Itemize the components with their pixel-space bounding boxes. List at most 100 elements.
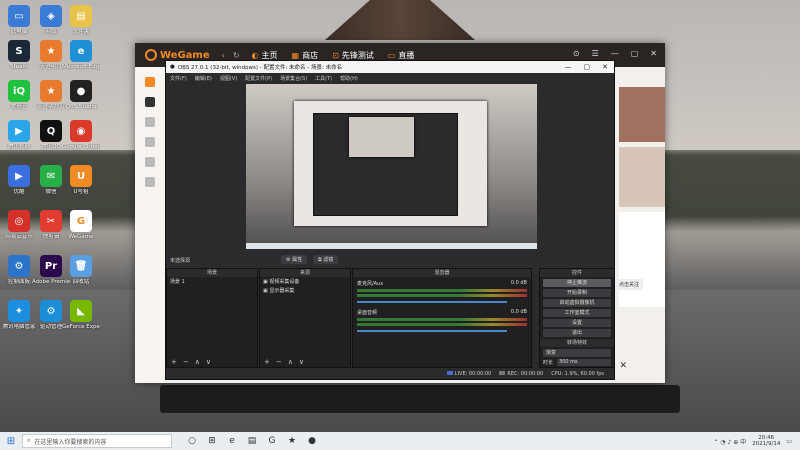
wegame-nav-item[interactable]: ⊡ 先锋测试 [332, 50, 374, 61]
window-control-icon[interactable]: ▢ [631, 49, 639, 58]
taskbar-app-icon[interactable]: ○ [182, 436, 202, 446]
dock-action-icon[interactable]: − [276, 358, 282, 366]
obs-statusbar: LIVE: 00:00:00 REC: 00:00:00 CPU: 1.9%, … [166, 369, 614, 379]
back-arrow-icon[interactable]: ‹ [222, 51, 225, 60]
menu-item[interactable]: 场景集合(S) [280, 75, 307, 82]
sidebar-folder-icon[interactable] [145, 137, 155, 147]
dock-action-icon[interactable]: + [264, 358, 270, 366]
menu-item[interactable]: 视图(V) [220, 75, 237, 82]
scenes-footer: + − ∧ ∨ [167, 357, 257, 367]
app-icon: G [70, 210, 92, 232]
window-control-icon[interactable]: ⊙ [573, 49, 580, 58]
taskbar-app-icon[interactable]: ▤ [242, 436, 262, 446]
source-item[interactable]: ▣ 显示器采集 [260, 286, 350, 295]
sidebar-game-icon[interactable] [145, 117, 155, 127]
tray-icons[interactable]: ⌃ ◔ ♪ ⊕ 中 [713, 437, 746, 446]
scenes-header: 场景 [167, 269, 257, 277]
windows-start-icon[interactable]: ⊞ [0, 436, 22, 447]
control-button[interactable]: 停止推流 [543, 279, 611, 287]
preview-button[interactable]: ⚙ 属性 [281, 255, 308, 264]
obs-menubar: 文件(F) 编辑(E) 视图(V) 配置文件(P) 场景集合(S) 工具(T) 帮助(H) [166, 73, 614, 83]
no-source-label: 未选择源 [170, 257, 191, 264]
wegame-nav: ◐ 主页 ▦ 商店 ⊡ 先锋测试 ▭ 直播 [252, 50, 415, 61]
window-control-icon[interactable]: ☰ [592, 49, 599, 58]
dock-action-icon[interactable]: ∧ [288, 358, 293, 366]
sources-footer: + − ∧ ∨ [260, 357, 350, 367]
source-item[interactable]: ▣ 视频采集设备 [260, 277, 350, 286]
nav-icon: ▭ [387, 50, 396, 60]
duration-label: 时长 [543, 360, 554, 366]
desktop-icon[interactable]: U U号租 [62, 165, 100, 196]
window-control-icon[interactable]: ✕ [650, 49, 657, 58]
nav-label: 主页 [261, 50, 278, 60]
menu-item[interactable]: 配置文件(P) [245, 75, 272, 82]
transition-select[interactable]: 渐变 [543, 349, 611, 357]
control-button[interactable]: 开始录制 [543, 289, 611, 297]
clock-date: 2021/9/14 [752, 441, 781, 447]
sources-dock: 来源 ▣ 视频采集设备 ▣ 显示器采集 + − ∧ ∨ [259, 268, 351, 368]
desktop-icon[interactable]: ◣ GeForce Experience [62, 300, 100, 331]
preview-button[interactable]: ⧉ 滤镜 [313, 255, 339, 264]
wegame-nav-item[interactable]: ◐ 主页 [252, 50, 278, 61]
wegame-logo-text: WeGame [160, 49, 210, 61]
taskbar-app-icon[interactable]: ● [302, 436, 322, 446]
control-button[interactable]: 工作室模式 [543, 309, 611, 317]
control-button[interactable]: 设置 [543, 319, 611, 327]
app-icon: ◣ [70, 300, 92, 322]
menu-item[interactable]: 工具(T) [315, 75, 332, 82]
desktop-icon[interactable]: 🗑 回收站 [62, 255, 100, 286]
dock-action-icon[interactable]: ∧ [195, 358, 200, 366]
window-control-icon[interactable]: — [565, 63, 572, 71]
volume-slider[interactable] [357, 330, 507, 332]
menu-item[interactable]: 编辑(E) [195, 75, 212, 82]
obs-app-icon: ● [170, 64, 175, 70]
wegame-right-panel [615, 87, 665, 377]
menu-item[interactable]: 帮助(H) [340, 75, 358, 82]
track-db: 0.0 dB [510, 309, 527, 315]
window-control-icon[interactable]: ✕ [602, 63, 608, 71]
desktop-icon[interactable]: ▤ 文件夹 [62, 5, 100, 36]
dock-action-icon[interactable]: ∨ [299, 358, 304, 366]
app-icon: ▭ [8, 5, 30, 27]
obs-preview[interactable] [246, 84, 537, 249]
desktop-icon[interactable]: G WeGame [62, 210, 100, 241]
app-icon: e [70, 40, 92, 62]
clock[interactable]: 20:46 2021/9/14 [752, 435, 780, 447]
dock-action-icon[interactable]: ∨ [206, 358, 211, 366]
app-icon: ★ [40, 40, 62, 62]
game-thumbnail[interactable] [619, 147, 665, 207]
refresh-icon[interactable]: ↻ [233, 51, 240, 60]
taskbar-app-icon[interactable]: G [262, 436, 282, 446]
desktop-icon[interactable]: ● OBS Studio [62, 80, 100, 111]
taskbar-app-icon[interactable]: ⊞ [202, 436, 222, 446]
app-icon: ◈ [40, 5, 62, 27]
sidebar-library-icon[interactable] [145, 97, 155, 107]
sidebar-settings-icon[interactable] [145, 177, 155, 187]
window-control-icon[interactable]: ▢ [584, 63, 591, 71]
taskbar-app-icon[interactable]: ★ [282, 436, 302, 446]
taskbar-app-icon[interactable]: e [222, 436, 242, 446]
follow-popup[interactable]: 点击关注 [615, 279, 644, 290]
sidebar-image-icon[interactable] [145, 157, 155, 167]
duration-input[interactable]: 300 ms [557, 359, 611, 366]
dock-action-icon[interactable]: + [171, 358, 177, 366]
desktop-icon[interactable]: ◉ Google Chrome [62, 120, 100, 151]
sidebar-home-icon[interactable] [145, 77, 155, 87]
notification-icon[interactable]: ▭ [786, 438, 792, 445]
control-button[interactable]: 退出 [543, 329, 611, 337]
wegame-nav-item[interactable]: ▦ 商店 [292, 50, 319, 61]
search-placeholder: 在这里输入你要搜索的内容 [34, 438, 107, 446]
game-thumbnail[interactable] [619, 87, 665, 142]
volume-slider[interactable] [357, 301, 507, 303]
dock-action-icon[interactable]: − [183, 358, 189, 366]
desktop-icon-label: U号租 [73, 189, 89, 195]
media-control-icon[interactable]: ✕ [619, 361, 627, 371]
menu-item[interactable]: 文件(F) [170, 75, 187, 82]
obs-window-controls: — ▢ ✕ [565, 63, 609, 71]
scene-item[interactable]: 场景 1 [167, 277, 257, 286]
window-control-icon[interactable]: — [611, 49, 619, 58]
taskbar-search[interactable]: ⌕ 在这里输入你要搜索的内容 [22, 434, 172, 448]
desktop-icon[interactable]: e Microsoft Edge [62, 40, 100, 71]
wegame-nav-item[interactable]: ▭ 直播 [388, 50, 415, 61]
control-button[interactable]: 启动虚拟摄像机 [543, 299, 611, 307]
